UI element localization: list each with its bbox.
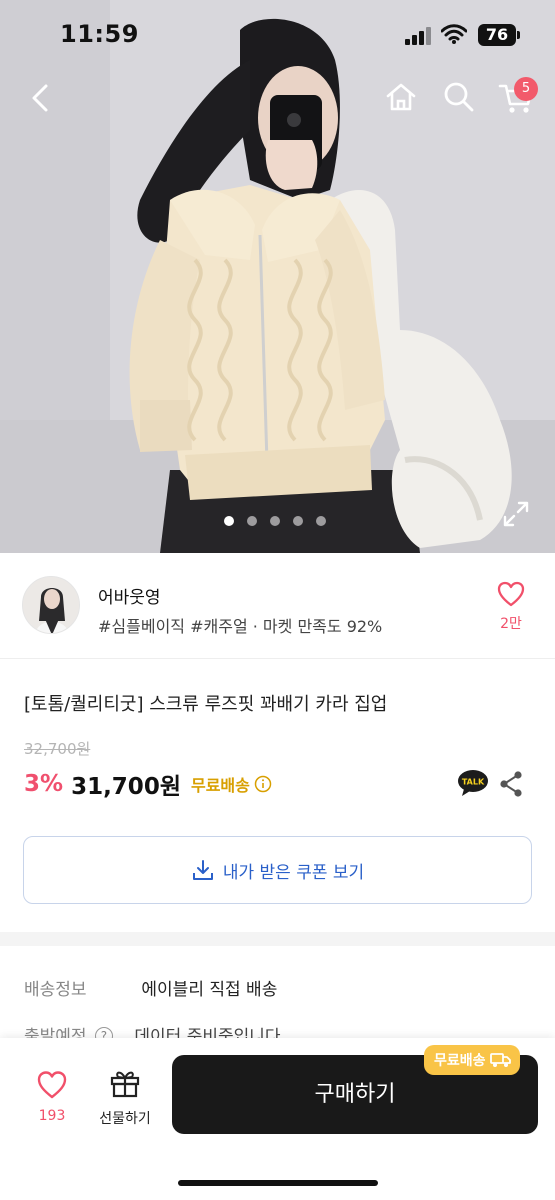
bottom-action-bar: 193 선물하기 구매하기 무료배송 — [0, 1038, 555, 1200]
free-shipping-badge-label: 무료배송 — [434, 1053, 486, 1069]
home-indicator — [178, 1180, 378, 1186]
expand-icon[interactable] — [502, 500, 530, 528]
status-bar: 11:59 76 — [0, 0, 555, 72]
back-icon[interactable] — [24, 80, 60, 116]
cellular-signal-icon — [405, 27, 431, 45]
free-shipping-label: 무료배송 — [190, 776, 250, 795]
gift-button-label: 선물하기 — [99, 1111, 151, 1127]
seller-tags: #심플베이직 #캐주얼 · 마켓 만족도 92% — [98, 617, 383, 636]
heart-icon — [497, 581, 525, 607]
product-title: [토톰/퀄리티굿] 스크류 루즈핏 꽈배기 카라 집업 — [24, 694, 388, 715]
shipping-info-label: 배송정보 — [24, 980, 87, 1000]
seller-avatar[interactable] — [22, 576, 80, 634]
heart-icon — [37, 1071, 67, 1099]
gift-icon — [110, 1071, 140, 1098]
gallery-dot[interactable] — [270, 516, 280, 526]
cart-count-badge: 5 — [514, 77, 538, 101]
view-coupons-button[interactable]: 내가 받은 쿠폰 보기 — [23, 836, 532, 904]
seller-row[interactable]: 어바웃영 #심플베이직 #캐주얼 · 마켓 만족도 92% 2만 — [0, 555, 555, 659]
svg-text:TALK: TALK — [462, 778, 485, 787]
gallery-dot[interactable] — [247, 516, 257, 526]
seller-like-count: 2만 — [500, 616, 522, 632]
home-icon[interactable] — [384, 80, 418, 114]
gallery-dot[interactable] — [293, 516, 303, 526]
product-like-count: 193 — [38, 1108, 66, 1124]
kakao-talk-icon[interactable]: TALK — [456, 768, 490, 798]
battery-icon: 76 — [478, 24, 520, 46]
shipping-info-value: 에이블리 직접 배송 — [141, 980, 278, 1000]
wifi-icon — [441, 24, 467, 44]
product-like-button[interactable]: 193 — [28, 1070, 76, 1124]
search-icon[interactable] — [442, 80, 476, 114]
discount-rate: 3% — [24, 771, 64, 797]
original-price: 32,700원 — [24, 740, 91, 758]
gallery-pagination — [224, 516, 326, 526]
coupon-button-label: 내가 받은 쿠폰 보기 — [222, 862, 365, 883]
truck-icon — [489, 1053, 511, 1067]
share-icon[interactable] — [498, 770, 524, 798]
battery-level: 76 — [485, 25, 509, 44]
product-image-gallery[interactable]: 11:59 76 5 — [0, 0, 555, 553]
download-icon — [192, 860, 213, 880]
gift-button[interactable]: 선물하기 — [92, 1068, 158, 1128]
free-shipping-badge: 무료배송 — [424, 1045, 520, 1075]
gallery-dot[interactable] — [224, 516, 234, 526]
seller-like-button[interactable]: 2만 — [486, 581, 536, 637]
shipping-info-row: 배송정보 에이블리 직접 배송 — [24, 975, 277, 1000]
section-divider — [0, 932, 555, 946]
status-time: 11:59 — [60, 20, 139, 48]
price-row: 3% 31,700원 무료배송 — [24, 768, 272, 800]
info-icon[interactable] — [254, 775, 272, 793]
gallery-dot[interactable] — [316, 516, 326, 526]
seller-name[interactable]: 어바웃영 — [98, 583, 161, 608]
sale-price: 31,700원 — [71, 774, 181, 800]
